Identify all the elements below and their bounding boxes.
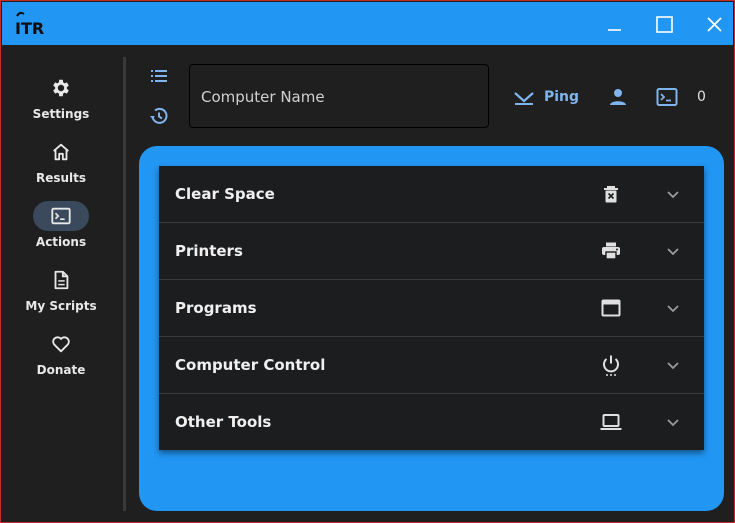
- laptop-icon: [600, 414, 622, 430]
- accordion-title: Clear Space: [175, 185, 275, 203]
- chevron-down-icon[interactable]: [661, 410, 685, 434]
- sidebar-item-label: Donate: [36, 363, 86, 377]
- printer-icon: [602, 242, 620, 260]
- app-window: ITR Settings Results Actions My Scripts …: [0, 0, 735, 523]
- chevron-down-icon[interactable]: [661, 182, 685, 206]
- list-icon[interactable]: [147, 64, 171, 88]
- sidebar-item-donate[interactable]: Donate: [2, 329, 120, 389]
- home-icon: [33, 137, 89, 167]
- chevron-down-icon[interactable]: [661, 353, 685, 377]
- accordion-title: Programs: [175, 299, 257, 317]
- sidebar-item-my-scripts[interactable]: My Scripts: [2, 265, 120, 325]
- history-icon[interactable]: [147, 104, 171, 128]
- terminal-count: 0: [697, 89, 706, 105]
- trash-icon: [604, 186, 618, 203]
- sidebar-divider: [123, 57, 126, 511]
- chevron-down-icon[interactable]: [661, 296, 685, 320]
- accordion-item-programs[interactable]: Programs: [159, 280, 704, 337]
- sidebar: Settings Results Actions My Scripts Dona…: [2, 45, 120, 521]
- computer-name-input[interactable]: [201, 85, 477, 109]
- user-icon[interactable]: [606, 85, 630, 109]
- accordion-item-computer-control[interactable]: Computer Control: [159, 337, 704, 394]
- chevron-down-icon[interactable]: [661, 239, 685, 263]
- computer-name-field[interactable]: [189, 64, 489, 128]
- ping-icon: [514, 92, 534, 105]
- minimize-icon[interactable]: [598, 8, 630, 40]
- sidebar-item-results[interactable]: Results: [2, 137, 120, 197]
- actions-accordion: Clear Space Printers Programs Computer C…: [159, 166, 704, 450]
- accordion-title: Other Tools: [175, 413, 272, 431]
- sidebar-item-label: Settings: [32, 107, 90, 121]
- close-icon[interactable]: [698, 8, 730, 40]
- ping-button[interactable]: Ping: [509, 81, 581, 113]
- sidebar-item-label: Actions: [35, 235, 87, 249]
- accordion-title: Printers: [175, 242, 243, 260]
- sidebar-item-label: My Scripts: [25, 299, 97, 313]
- ping-label: Ping: [544, 89, 580, 105]
- window-icon: [601, 299, 621, 317]
- document-icon: [33, 265, 89, 295]
- sidebar-item-actions[interactable]: Actions: [2, 201, 120, 261]
- accordion-item-other-tools[interactable]: Other Tools: [159, 394, 704, 451]
- sidebar-item-label: Results: [35, 171, 87, 185]
- terminal-icon[interactable]: [655, 85, 679, 109]
- accordion-item-printers[interactable]: Printers: [159, 223, 704, 280]
- accordion-title: Computer Control: [175, 356, 326, 374]
- sidebar-item-settings[interactable]: Settings: [2, 73, 120, 133]
- gear-icon: [33, 73, 89, 103]
- svg-text:ITR: ITR: [15, 19, 44, 38]
- terminal-icon: [33, 201, 89, 231]
- app-logo: ITR: [15, 11, 44, 38]
- accordion-item-clear-space[interactable]: Clear Space: [159, 166, 704, 223]
- power-icon: [603, 355, 619, 376]
- title-bar[interactable]: ITR: [2, 2, 733, 45]
- maximize-icon[interactable]: [648, 8, 680, 40]
- heart-icon: [33, 329, 89, 359]
